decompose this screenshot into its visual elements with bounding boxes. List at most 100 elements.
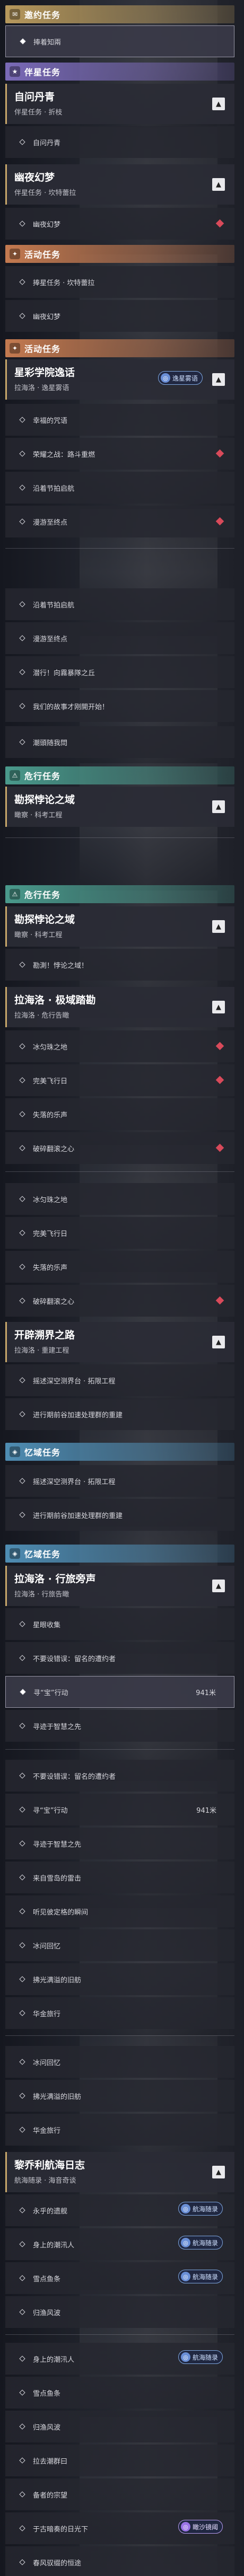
quest-item[interactable]: 雪点鱼条 ◎ 航海随录 (5, 2262, 234, 2294)
quest-item[interactable]: 漫游至终点 (5, 506, 234, 537)
quest-item[interactable]: 冰问回忆 (5, 2046, 234, 2078)
diamond-marker-icon (19, 1478, 25, 1484)
diamond-marker-icon (19, 2423, 25, 2430)
section-header[interactable]: ✉ 邀约任务 (5, 5, 234, 23)
quest-item[interactable]: 荣耀之战：路斗重燃 (5, 438, 234, 470)
chevron-up-icon[interactable]: ▲ (212, 373, 225, 386)
quest-item[interactable]: 失落的乐声 (5, 1098, 234, 1130)
quest-tag-badge: ◎ 航海随录 (178, 2236, 223, 2249)
chevron-up-icon[interactable]: ▲ (212, 2166, 225, 2178)
quest-item[interactable]: 勘測！悖论之域！ (5, 949, 234, 981)
quest-item[interactable]: 摇述深空测界台 · 拓限工程 (5, 1465, 234, 1497)
quest-item[interactable]: 备者的宗望 (5, 2478, 234, 2510)
quest-item[interactable]: 摇述深空测界台 · 拓限工程 (5, 1364, 234, 1396)
quest-item[interactable]: 永乎的遗舰 ◎ 航海随录 (5, 2194, 234, 2226)
quest-item-label: 幽夜幻梦 (33, 220, 61, 229)
quest-item[interactable]: 沿着节拍启航 (5, 472, 234, 504)
quest-item[interactable]: 拂光满溢的旧舫 (5, 2080, 234, 2112)
quest-item[interactable]: 幽夜幻梦 (5, 208, 234, 240)
chevron-up-icon[interactable]: ▲ (212, 800, 225, 813)
quest-item-label: 于古暗奏的日光下 (33, 2525, 89, 2534)
quest-item[interactable]: 完美飞行日 (5, 1217, 234, 1249)
section-header[interactable]: ★ 伴星任务 (5, 63, 234, 81)
quest-group[interactable]: 星彩学院逸话 拉海洛 · 逸星雾语 ▲ ◎ 逸星雾语 (5, 359, 234, 400)
quest-item[interactable]: 于古暗奏的日光下 ◎ 瞰沙镜阈 (5, 2512, 234, 2544)
quest-item[interactable]: 幸福的咒语 (5, 404, 234, 436)
diamond-marker-icon (19, 1196, 25, 1202)
diamond-marker-icon (19, 279, 25, 285)
quest-item[interactable]: 归渔风波 (5, 2411, 234, 2442)
quest-item[interactable]: 不要设错误：留名的遭约者 (5, 1760, 234, 1792)
quest-item[interactable]: 冰匀珠之地 (5, 1183, 234, 1215)
chevron-up-icon[interactable]: ▲ (212, 1580, 225, 1592)
quest-item[interactable]: 冰问回忆 (5, 1929, 234, 1961)
section-header[interactable]: ⚠ 危行任务 (5, 885, 234, 903)
diamond-marker-icon (19, 2059, 25, 2065)
chevron-up-icon[interactable]: ▲ (212, 1001, 225, 1013)
diamond-marker-icon (19, 451, 25, 457)
section-header[interactable]: ✦ 活动任务 (5, 245, 234, 263)
quest-item[interactable]: 寻“宝”行动 941米 (5, 1676, 234, 1708)
quest-group[interactable]: 幽夜幻梦 伴星任务 · 坎特蕾拉 ▲ (5, 164, 234, 205)
section-header[interactable]: ◈ 忆域任务 (5, 1545, 234, 1563)
quest-item[interactable]: 沿着节拍启航 (5, 588, 234, 620)
chevron-up-icon[interactable]: ▲ (212, 98, 225, 110)
quest-item[interactable]: 潮頭随我問 (5, 726, 234, 758)
quest-item[interactable]: 冰匀珠之地 (5, 1030, 234, 1062)
chevron-up-icon[interactable]: ▲ (212, 1336, 225, 1348)
quest-item[interactable]: 捧着知兩 (5, 25, 234, 57)
quest-item[interactable]: 进行期前谷加速处理群的重建 (5, 1398, 234, 1430)
diamond-marker-icon (19, 2559, 25, 2565)
quest-group[interactable]: 勘探悖论之域 瞰察 · 科考工程 ▲ (5, 787, 234, 827)
quest-group[interactable]: 拉海洛 · 极域踏勘 拉海洛 · 危行告瞰 ▲ (5, 987, 234, 1027)
section-header[interactable]: ◈ 忆域任务 (5, 1443, 234, 1461)
quest-item[interactable]: 破碎翻滚之心 (5, 1285, 234, 1317)
danger-icon: ⚠ (10, 770, 20, 781)
quest-item[interactable]: 破碎翻滚之心 (5, 1132, 234, 1164)
quest-item[interactable]: 华金旅行 (5, 1997, 234, 2029)
diamond-marker-icon (19, 1908, 25, 1915)
alert-diamond-icon (215, 1075, 224, 1084)
quest-item[interactable]: 自问丹青 (5, 126, 234, 158)
quest-group-subtitle: 瞰察 · 科考工程 (14, 931, 63, 939)
diamond-marker-icon (19, 2275, 25, 2281)
quest-item[interactable]: 归渔风波 (5, 2296, 234, 2328)
quest-item[interactable]: 完美飞行日 (5, 1064, 234, 1096)
quest-item[interactable]: 寻迹于智慧之先 (5, 1828, 234, 1859)
quest-item[interactable]: 潜行！向霧暴隊之丘 (5, 656, 234, 688)
quest-item[interactable]: 雪点鱼条 (5, 2377, 234, 2409)
quest-group[interactable]: 黎乔利航海日志 航海随录 · 海音奇谈 ▲ (5, 2152, 234, 2192)
quest-item[interactable]: 幽夜幻梦 (5, 300, 234, 332)
quest-item[interactable]: 漫游至终点 (5, 622, 234, 654)
quest-item[interactable]: 失落的乐声 (5, 1251, 234, 1283)
diamond-marker-icon (19, 139, 25, 145)
quest-item[interactable]: 来自雪岛的雷击 (5, 1862, 234, 1893)
quest-item[interactable]: 星眼收集 (5, 1608, 234, 1640)
quest-item[interactable]: 不要设错误：留名的遭约者 (5, 1642, 234, 1674)
quest-item[interactable]: 捧星任务 · 坎特蕾拉 (5, 266, 234, 298)
quest-item[interactable]: 寻“宝”行动 941米 (5, 1794, 234, 1825)
quest-group[interactable]: 拉海洛 · 行旅旁声 拉海洛 · 行旅告瞰 ▲ (5, 1566, 234, 1606)
event-icon: ✦ (10, 343, 20, 354)
quest-item[interactable]: 拂光满溢的旧舫 (5, 1963, 234, 1995)
quest-group[interactable]: 自问丹青 伴星任务 · 折枝 ▲ (5, 84, 234, 124)
quest-item[interactable]: 听见彼定格的瞬间 (5, 1895, 234, 1927)
divider (5, 1171, 234, 1172)
quest-group-subtitle: 伴星任务 · 折枝 (14, 109, 63, 117)
quest-item[interactable]: 春风驭缀的恒途 (5, 2546, 234, 2576)
diamond-marker-icon (19, 635, 25, 641)
quest-item[interactable]: 拉去潮群曰 (5, 2445, 234, 2476)
quest-item[interactable]: 寻迹于智慧之先 (5, 1710, 234, 1742)
chevron-up-icon[interactable]: ▲ (212, 920, 225, 933)
quest-group[interactable]: 开辟溯界之路 拉海洛 · 重建工程 ▲ (5, 1322, 234, 1362)
quest-item[interactable]: 进行期前谷加速处理群的重建 (5, 1499, 234, 1531)
tag-label: 逸星雾语 (172, 374, 198, 382)
quest-item[interactable]: 身上的潮汛人 ◎ 航海随录 (5, 2343, 234, 2375)
chevron-up-icon[interactable]: ▲ (212, 178, 225, 191)
quest-item[interactable]: 我们的故事才刚開开始！ (5, 690, 234, 722)
section-header[interactable]: ✦ 活动任务 (5, 339, 234, 357)
quest-item[interactable]: 身上的潮汛人 ◎ 航海随录 (5, 2228, 234, 2260)
quest-group[interactable]: 勘探悖论之域 瞰察 · 科考工程 ▲ (5, 906, 234, 947)
section-header[interactable]: ⚠ 危行任务 (5, 766, 234, 784)
quest-item[interactable]: 华金旅行 (5, 2114, 234, 2146)
